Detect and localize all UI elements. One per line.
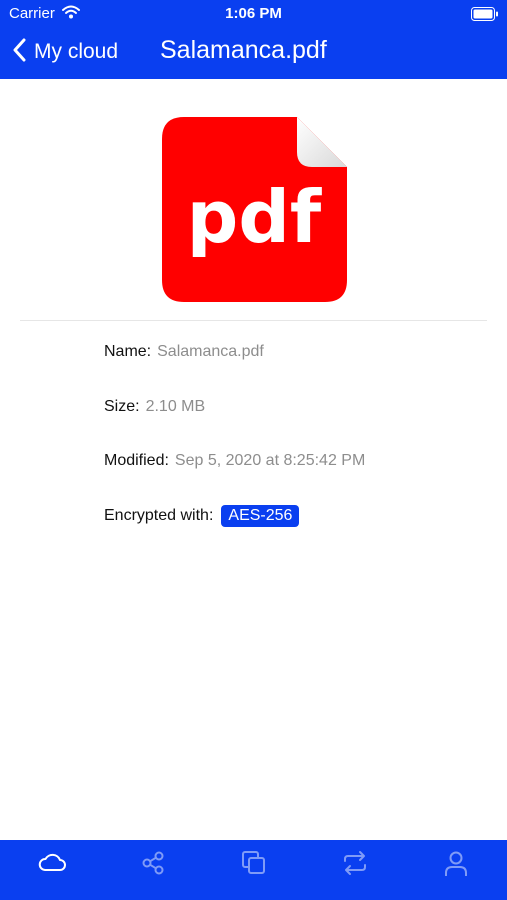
- detail-encryption-row: Encrypted with: AES-256: [104, 505, 300, 527]
- tab-sync[interactable]: [340, 848, 370, 878]
- tab-copy[interactable]: [239, 848, 269, 878]
- pdf-icon-label: pdf: [187, 175, 322, 259]
- sync-icon: [340, 851, 370, 882]
- cloud-icon: [37, 853, 67, 882]
- divider: [20, 320, 487, 321]
- back-button-label: My cloud: [34, 40, 119, 63]
- share-icon: [138, 851, 168, 882]
- tab-cloud[interactable]: [37, 848, 67, 878]
- detail-modified-row: Modified: Sep 5, 2020 at 8:25:42 PM: [104, 452, 365, 470]
- size-label: Size:: [104, 398, 140, 415]
- status-time: 1:06 PM: [225, 5, 282, 22]
- detail-size-row: Size: 2.10 MB: [104, 398, 205, 416]
- back-button[interactable]: My cloud: [12, 36, 118, 68]
- navigation-bar: My cloud Salamanca.pdf: [0, 28, 507, 79]
- size-value: 2.10 MB: [145, 398, 206, 415]
- name-label: Name:: [104, 343, 152, 360]
- name-value: Salamanca.pdf: [157, 343, 264, 360]
- tab-share[interactable]: [138, 848, 168, 878]
- pdf-file-icon: pdf: [162, 117, 347, 302]
- modified-label: Modified:: [104, 452, 169, 469]
- modified-value: Sep 5, 2020 at 8:25:42 PM: [174, 452, 366, 469]
- user-icon: [441, 851, 471, 882]
- status-bar: Carrier 1:06 PM: [0, 0, 507, 28]
- copy-icon: [239, 851, 269, 882]
- battery-icon: [471, 7, 499, 26]
- encryption-badge: AES-256: [221, 505, 300, 527]
- encrypted-label: Encrypted with:: [104, 507, 214, 524]
- top-bar: Carrier 1:06 PM My cloud Salamanca.pdf: [0, 0, 507, 79]
- chevron-left-icon: [12, 38, 26, 67]
- tab-bar: [0, 840, 507, 900]
- page-title: Salamanca.pdf: [160, 36, 327, 64]
- tab-profile[interactable]: [441, 848, 471, 878]
- detail-name-row: Name: Salamanca.pdf: [104, 343, 264, 361]
